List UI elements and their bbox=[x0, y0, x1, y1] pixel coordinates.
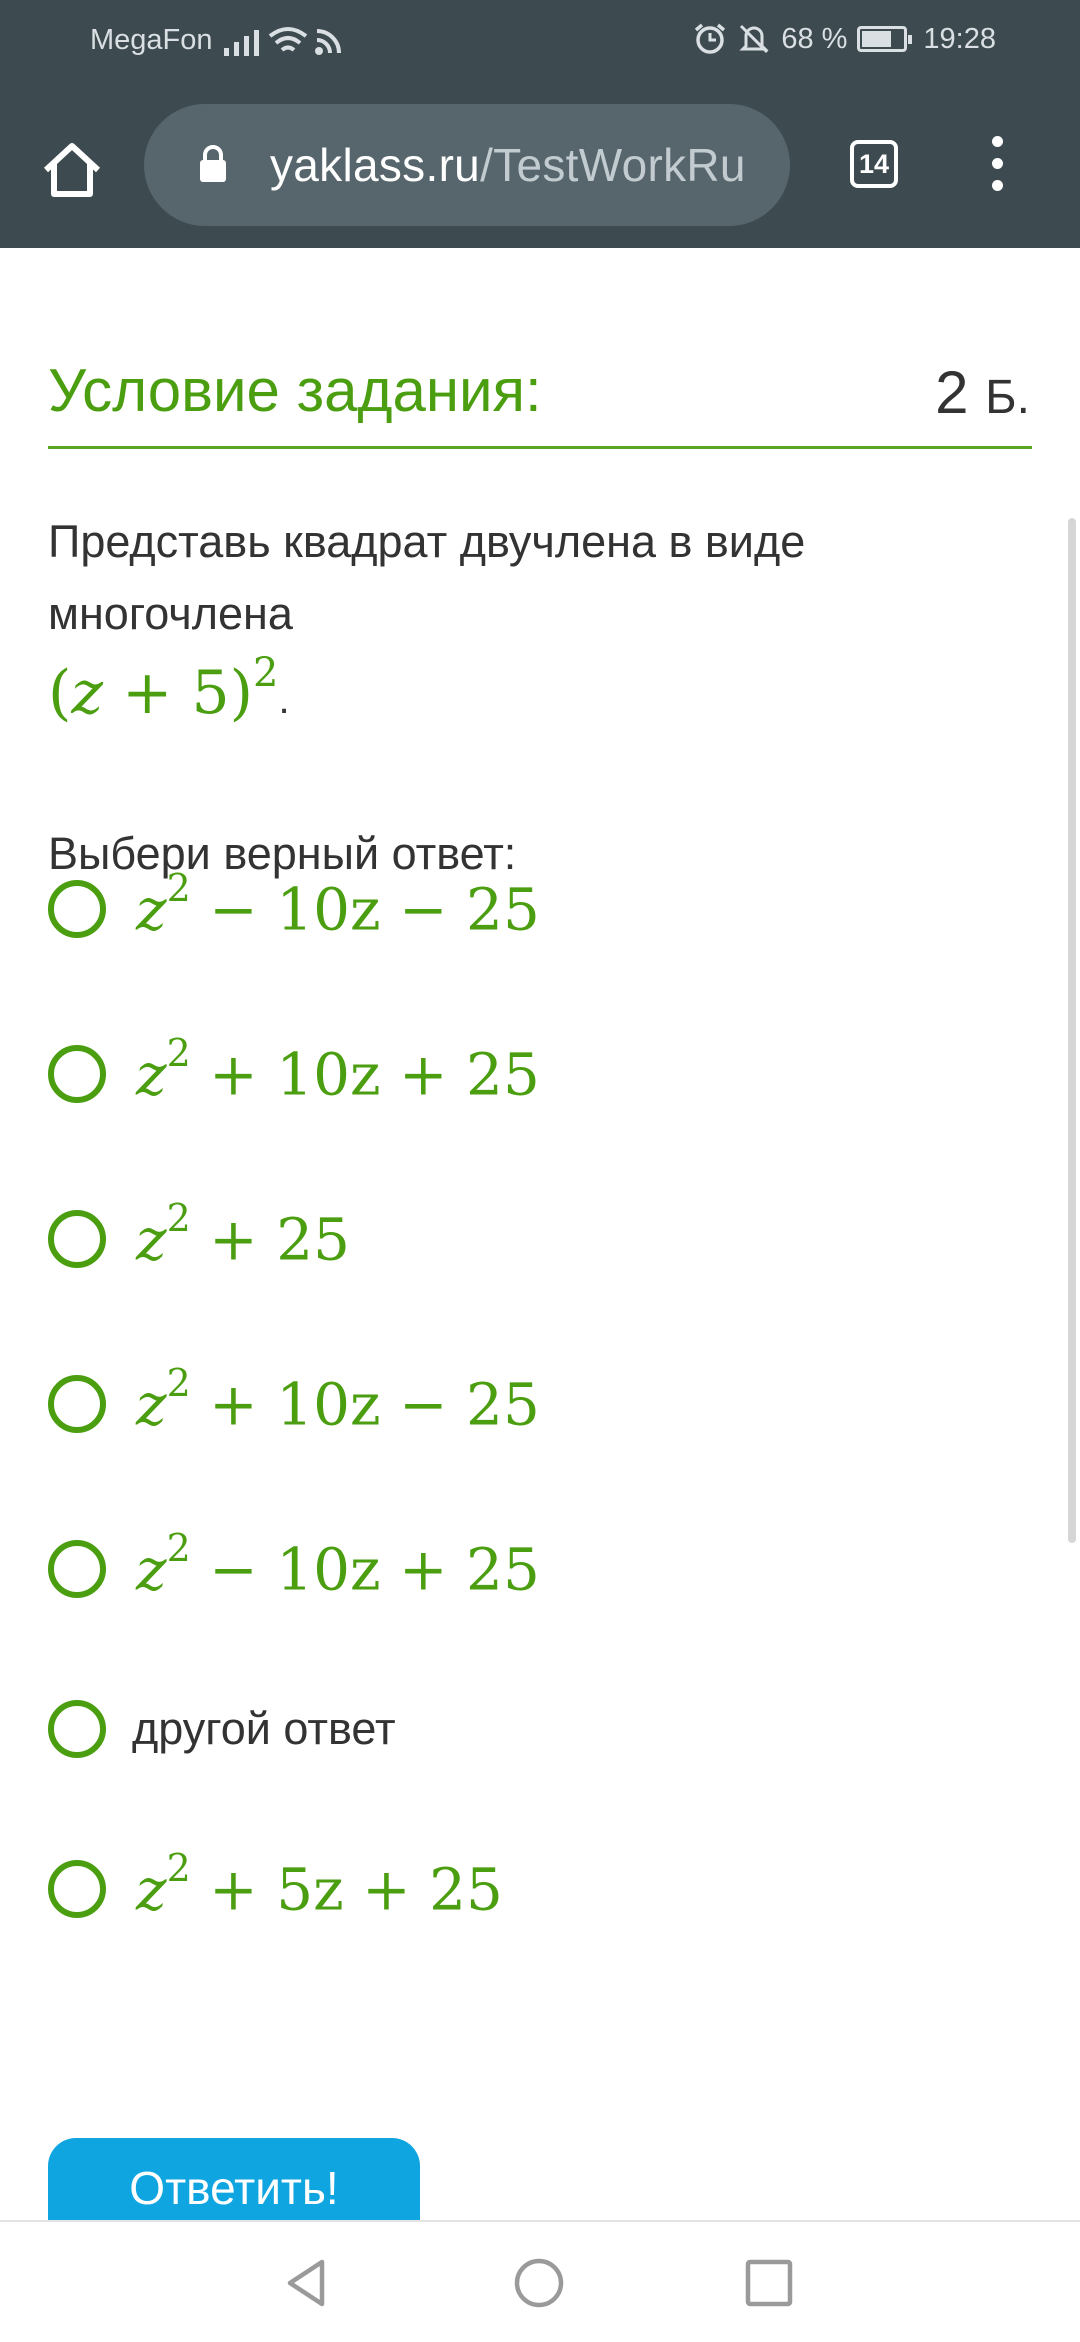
hotspot-icon bbox=[315, 29, 341, 55]
answer-option-7[interactable]: z2 + 5z + 25 bbox=[48, 1844, 948, 1934]
option-exp: 2 bbox=[166, 866, 191, 911]
option-expression: z2 − 10z + 25 bbox=[136, 1526, 540, 1604]
option-text: другой ответ bbox=[132, 1703, 396, 1754]
wifi-icon bbox=[268, 27, 308, 52]
back-icon[interactable] bbox=[280, 2256, 334, 2310]
option-base: z bbox=[136, 875, 167, 944]
option-base: z bbox=[136, 1535, 167, 1604]
battery-percent: 68 % bbox=[781, 22, 848, 55]
expression-rest: + 5) bbox=[103, 658, 254, 728]
tabs-count: 14 bbox=[858, 149, 890, 179]
option-exp: 2 bbox=[166, 1196, 191, 1241]
url-text: yaklass.ru/TestWorkRu bbox=[270, 138, 746, 192]
answer-option-3[interactable]: z2 + 25 bbox=[48, 1194, 948, 1284]
expression-var: z bbox=[71, 658, 104, 728]
recents-icon[interactable] bbox=[742, 2256, 796, 2310]
option-base: z bbox=[136, 1855, 167, 1924]
option-base: z bbox=[136, 1205, 167, 1274]
alarm-icon bbox=[695, 23, 726, 54]
radio-button[interactable] bbox=[48, 1860, 106, 1918]
option-rest: + 10z + 25 bbox=[190, 1040, 540, 1109]
option-exp: 2 bbox=[166, 1526, 191, 1571]
carrier-name: MegaFon bbox=[90, 24, 213, 56]
option-exp: 2 bbox=[166, 1846, 191, 1891]
radio-button[interactable] bbox=[48, 1375, 106, 1433]
option-expression: z2 + 10z − 25 bbox=[136, 1361, 540, 1439]
radio-button[interactable] bbox=[48, 1045, 106, 1103]
url-domain: yaklass.ru bbox=[270, 139, 481, 191]
points-unit: Б. bbox=[985, 371, 1030, 424]
scrollbar[interactable] bbox=[1068, 518, 1076, 1543]
menu-icon[interactable] bbox=[982, 136, 1012, 196]
answer-option-2[interactable]: z2 + 10z + 25 bbox=[48, 1029, 948, 1119]
option-rest: − 10z + 25 bbox=[190, 1535, 540, 1604]
signal-icon bbox=[224, 26, 259, 56]
radio-button[interactable] bbox=[48, 1700, 106, 1758]
submit-button[interactable]: Ответить! bbox=[48, 2138, 420, 2220]
option-expression: z2 + 10z + 25 bbox=[136, 1031, 540, 1109]
points-value: 2 bbox=[935, 359, 969, 426]
task-header: Условие задания: 2 Б. bbox=[48, 348, 1032, 449]
radio-button[interactable] bbox=[48, 1540, 106, 1598]
clock: 19:28 bbox=[923, 22, 996, 55]
option-base: z bbox=[136, 1040, 167, 1109]
answer-option-6[interactable]: другой ответ bbox=[48, 1684, 948, 1774]
expression-open: ( bbox=[48, 658, 72, 728]
question-text: Представь квадрат двучлена в виде многоч… bbox=[48, 516, 806, 639]
url-bar[interactable]: yaklass.ru/TestWorkRu bbox=[144, 104, 790, 226]
url-path: /TestWorkRu bbox=[480, 139, 746, 191]
option-base: z bbox=[136, 1370, 167, 1439]
option-exp: 2 bbox=[166, 1361, 191, 1406]
answer-option-5[interactable]: z2 − 10z + 25 bbox=[48, 1524, 948, 1614]
tabs-button[interactable]: 14 bbox=[850, 140, 898, 188]
radio-button[interactable] bbox=[48, 880, 106, 938]
option-rest: − 10z − 25 bbox=[190, 875, 540, 944]
option-rest: + 25 bbox=[190, 1205, 351, 1274]
radio-button[interactable] bbox=[48, 1210, 106, 1268]
expression-dot: . bbox=[278, 678, 290, 722]
home-circle-icon[interactable] bbox=[512, 2256, 566, 2310]
lock-icon bbox=[200, 145, 226, 182]
battery-icon bbox=[857, 26, 913, 52]
home-icon[interactable] bbox=[40, 138, 104, 202]
option-expression: z2 − 10z − 25 bbox=[136, 866, 540, 944]
answer-option-1[interactable]: z2 − 10z − 25 bbox=[48, 864, 948, 954]
task-title: Условие задания: bbox=[48, 357, 542, 424]
option-expression: z2 + 25 bbox=[136, 1196, 351, 1274]
question-expression: (z + 5)2. bbox=[48, 650, 290, 728]
mute-icon bbox=[739, 24, 769, 54]
option-exp: 2 bbox=[166, 1031, 191, 1076]
option-rest: + 10z − 25 bbox=[190, 1370, 540, 1439]
navigation-bar bbox=[0, 2220, 1080, 2342]
browser-toolbar: yaklass.ru/TestWorkRu 14 bbox=[0, 84, 1080, 248]
expression-exp: 2 bbox=[253, 650, 279, 696]
answer-option-4[interactable]: z2 + 10z − 25 bbox=[48, 1359, 948, 1449]
option-rest: + 5z + 25 bbox=[190, 1855, 503, 1924]
task-points: 2 Б. bbox=[935, 358, 1030, 427]
status-bar: MegaFon 68 % 19:28 bbox=[0, 0, 1080, 84]
option-expression: z2 + 5z + 25 bbox=[136, 1846, 503, 1924]
page-content: Условие задания: 2 Б. Представь квадрат … bbox=[0, 248, 1080, 2220]
